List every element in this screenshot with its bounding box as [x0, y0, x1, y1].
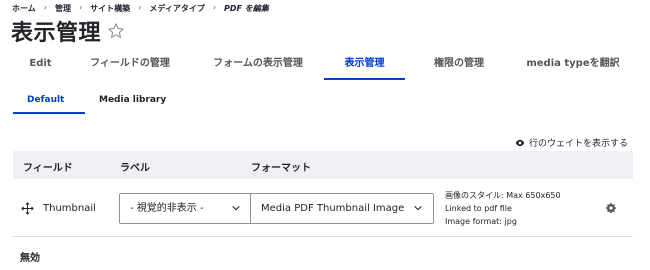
primary-tabs: Edit フィールドの管理 フォームの表示管理 表示管理 権限の管理 media…	[13, 52, 650, 82]
column-header-format: フォーマット	[251, 163, 311, 174]
tab-manage-fields[interactable]: フィールドの管理	[68, 52, 192, 80]
column-header-field: フィールド	[23, 163, 73, 174]
eye-icon	[515, 139, 525, 146]
tab-translate-media-type[interactable]: media typeを翻訳	[513, 52, 633, 80]
chevron-down-icon	[414, 205, 422, 211]
breadcrumb-separator-icon: ›	[43, 3, 47, 12]
page-title: 表示管理	[11, 21, 102, 46]
table-header: フィールド ラベル フォーマット	[13, 151, 633, 179]
tab-default[interactable]: Default	[13, 90, 85, 114]
title-row: 表示管理	[11, 15, 125, 47]
summary-image-style: 画像のスタイル: Max 650x650	[445, 191, 561, 200]
tab-edit[interactable]: Edit	[13, 52, 68, 80]
table-row: Thumbnail - 視覚的非表示 - Media PDF Thumbnail…	[13, 180, 633, 237]
breadcrumb: ホーム › 管理 › サイト構築 › メディアタイプ › PDF を編集	[12, 3, 269, 14]
tab-manage-display[interactable]: 表示管理	[324, 52, 405, 80]
breadcrumb-home[interactable]: ホーム	[12, 3, 36, 14]
tab-manage-form-display[interactable]: フォームの表示管理	[192, 52, 324, 80]
format-value: Media PDF Thumbnail Image	[261, 203, 405, 214]
breadcrumb-edit-pdf[interactable]: PDF を編集	[224, 3, 269, 14]
breadcrumb-structure[interactable]: サイト構築	[90, 3, 130, 14]
star-icon[interactable]	[107, 22, 125, 40]
label-display-select[interactable]: - 視覚的非表示 -	[119, 193, 252, 224]
label-display-value: - 視覚的非表示 -	[130, 203, 204, 214]
breadcrumb-separator-icon: ›	[78, 3, 83, 12]
chevron-down-icon	[232, 205, 240, 211]
tab-media-library[interactable]: Media library	[85, 90, 180, 114]
drag-handle-icon[interactable]	[21, 202, 34, 215]
summary-link: Linked to pdf file	[445, 204, 512, 213]
format-select[interactable]: Media PDF Thumbnail Image	[250, 193, 434, 224]
breadcrumb-separator-icon: ›	[138, 3, 142, 12]
disabled-section-heading: 無効	[20, 253, 40, 264]
field-name: Thumbnail	[43, 203, 96, 214]
gear-icon[interactable]	[605, 202, 617, 214]
breadcrumb-media-types[interactable]: メディアタイプ	[149, 3, 204, 14]
formatter-summary: 画像のスタイル: Max 650x650 Linked to pdf file …	[445, 189, 561, 228]
show-row-weights-label: 行のウェイトを表示する	[528, 139, 628, 149]
breadcrumb-separator-icon: ›	[212, 3, 217, 12]
summary-image-format: Image format: jpg	[445, 217, 517, 226]
tab-manage-permissions[interactable]: 権限の管理	[405, 52, 513, 80]
secondary-tabs: Default Media library	[13, 90, 180, 114]
column-header-label: ラベル	[120, 163, 150, 174]
show-row-weights-button[interactable]: 行のウェイトを表示する	[515, 136, 628, 149]
breadcrumb-admin[interactable]: 管理	[55, 3, 71, 14]
